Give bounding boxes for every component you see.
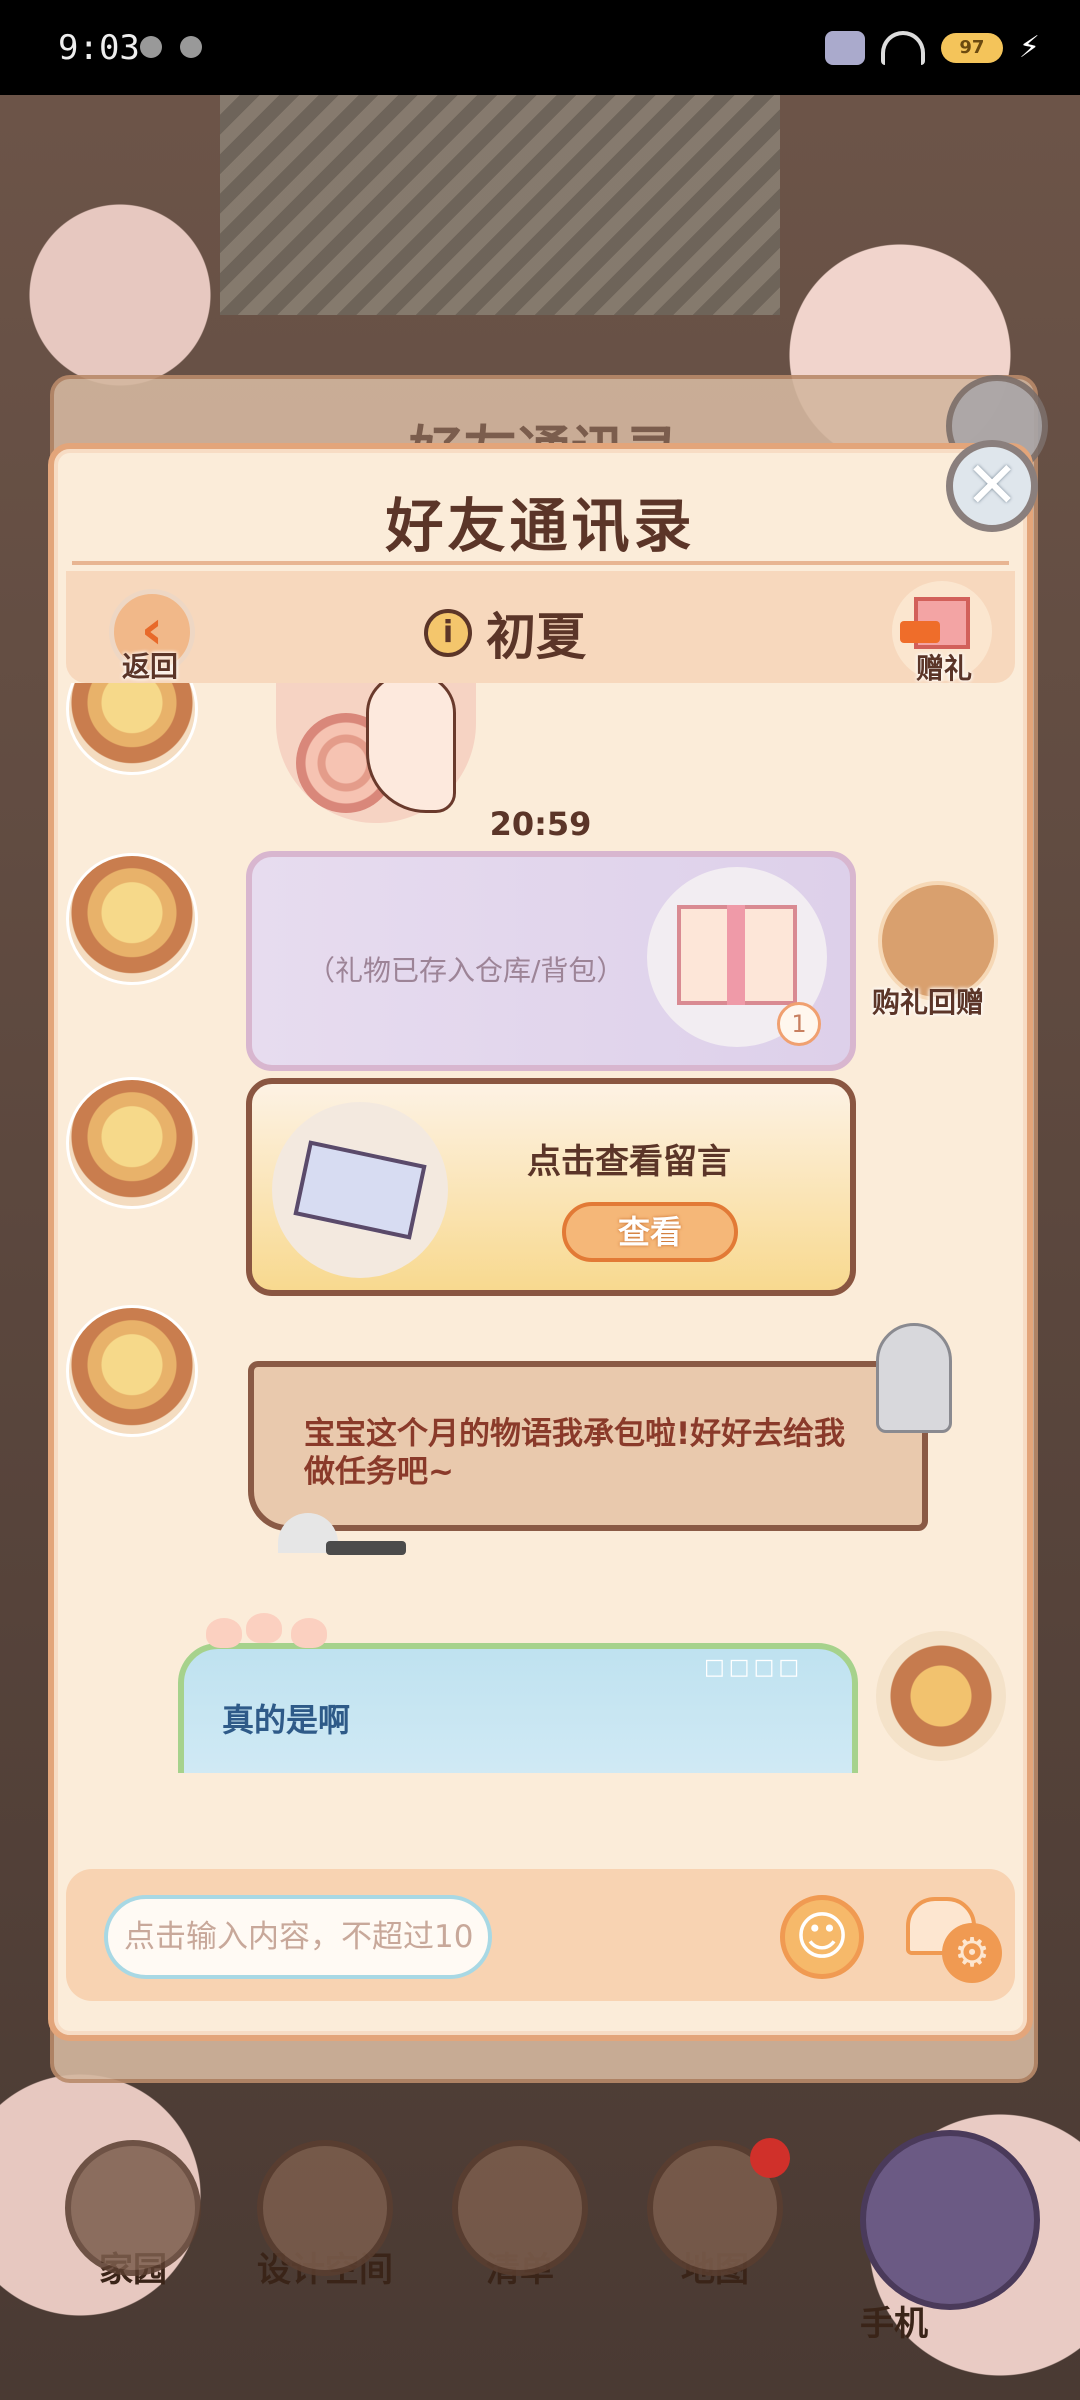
home-icon <box>65 2140 201 2276</box>
friend-avatar[interactable] <box>66 1077 198 1209</box>
status-bar: 9:03 97 ⚡ <box>0 0 1080 95</box>
gift-count-badge: 1 <box>777 1002 821 1046</box>
flower-decoration-icon <box>291 1618 327 1648</box>
dialog-title: 好友通讯录 <box>385 492 696 560</box>
my-message-text: 真的是啊 <box>222 1701 351 1739</box>
gift-message-card[interactable]: （礼物已存入仓库/背包） 1 <box>246 851 856 1071</box>
tassel-decoration-icon <box>876 1323 952 1433</box>
app-notification-icon <box>180 36 202 58</box>
back-label: 返回 <box>122 650 179 683</box>
wifi-icon <box>880 30 925 65</box>
flower-decoration-icon <box>246 1613 282 1643</box>
house-background <box>220 95 780 315</box>
bubble-decoration <box>326 1541 406 1555</box>
view-letter-button[interactable]: 查看 <box>562 1202 738 1262</box>
smiley-icon: ☺ <box>794 1907 850 1967</box>
nav-phone[interactable]: 手机 <box>860 2130 1040 2350</box>
my-message-squares: □□□□ <box>704 1655 804 1680</box>
nav-home[interactable]: 家园 <box>58 2140 208 2320</box>
notification-icons <box>140 36 202 58</box>
text-message: 宝宝这个月的物语我承包啦!好好去给我做任务吧~ <box>304 1416 846 1490</box>
gear-icon: ⚙ <box>942 1923 1002 1983</box>
charging-icon: ⚡ <box>1018 30 1040 65</box>
gift-card-text: （礼物已存入仓库/背包） <box>307 954 625 987</box>
nav-list[interactable]: 清单 <box>445 2140 595 2320</box>
letter-card-text: 点击查看留言 <box>527 1142 731 1182</box>
friend-name-header[interactable]: i 初夏 <box>424 597 586 669</box>
input-bar: ☺ ⚙ <box>66 1869 1015 2001</box>
nav-design-space[interactable]: 设计空间 <box>250 2140 400 2320</box>
arrow-icon <box>900 621 940 643</box>
return-gift-label: 购礼回赠 <box>872 986 985 1019</box>
bottom-nav: 家园 设计空间 清单 地图 手机 <box>0 2130 1080 2400</box>
status-time: 9:03 <box>58 28 140 68</box>
chat-settings-button[interactable]: ⚙ <box>906 1889 1006 1985</box>
gift-ribbon-icon <box>727 905 745 1005</box>
network-icon <box>824 30 865 65</box>
friends-contact-dialog: 好友通讯录 ‹ 返回 i 初夏 赠礼 20:59 （礼物已存入仓库/背包） 1 … <box>48 443 1033 2041</box>
close-button[interactable]: ✕ <box>946 440 1038 532</box>
friend-avatar[interactable] <box>66 853 198 985</box>
friend-name: 初夏 <box>486 608 586 666</box>
message-timestamp: 20:59 <box>489 805 592 843</box>
my-avatar[interactable] <box>876 1631 1006 1761</box>
letter-message-card[interactable]: 点击查看留言 查看 <box>246 1078 856 1296</box>
phone-icon <box>860 2130 1040 2310</box>
friend-avatar[interactable] <box>66 1305 198 1437</box>
app-notification-icon <box>140 36 162 58</box>
flower-decoration-icon <box>206 1618 242 1648</box>
design-icon <box>257 2140 393 2276</box>
emoji-button[interactable]: ☺ <box>780 1895 864 1979</box>
chat-input[interactable] <box>104 1895 492 1979</box>
list-icon <box>452 2140 588 2276</box>
my-message-bubble[interactable]: 真的是啊 □□□□ <box>178 1643 858 1773</box>
battery-icon: 97 <box>940 32 1003 63</box>
snail-sticker <box>276 683 476 823</box>
close-icon: ✕ <box>965 449 1019 523</box>
send-gift-label: 赠礼 <box>916 652 973 685</box>
text-message-bubble[interactable]: 宝宝这个月的物语我承包啦!好好去给我做任务吧~ <box>248 1361 928 1531</box>
title-divider <box>72 561 1009 565</box>
nav-label: 手机 <box>860 2304 928 2344</box>
friend-avatar[interactable] <box>66 683 198 775</box>
nav-map[interactable]: 地图 <box>640 2138 790 2320</box>
notification-dot <box>750 2138 790 2178</box>
info-icon[interactable]: i <box>424 609 472 657</box>
status-icons: 97 ⚡ <box>824 30 1040 65</box>
chat-history[interactable]: 20:59 （礼物已存入仓库/背包） 1 购礼回赠 点击查看留言 查看 宝宝这个… <box>66 683 1015 1773</box>
